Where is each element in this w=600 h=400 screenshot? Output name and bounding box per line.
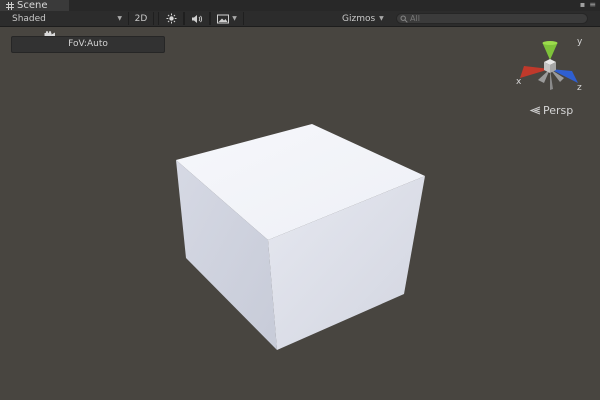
gizmos-label: Gizmos <box>342 13 376 24</box>
cube-right-face <box>268 176 425 350</box>
gizmos-dropdown[interactable]: Gizmos ▼ <box>342 12 392 25</box>
scene-toolbar: Shaded ▼ 2D ▼ Gizmos ▼ <box>0 11 600 27</box>
projection-toggle[interactable]: Persp <box>529 104 573 117</box>
x-axis-label: x <box>516 77 522 87</box>
scene-cube[interactable] <box>0 0 600 400</box>
audio-toggle-button[interactable] <box>184 12 210 25</box>
y-axis-label: y <box>577 38 583 47</box>
chevron-down-icon: ▼ <box>117 15 122 22</box>
scene-tab[interactable]: Scene <box>0 0 69 11</box>
z-axis-label: z <box>577 83 582 93</box>
scene-search-field[interactable] <box>396 13 588 24</box>
speaker-icon <box>192 14 203 23</box>
y-axis-cone[interactable] <box>542 43 558 60</box>
menu-icon[interactable]: ≡ <box>589 0 596 10</box>
orientation-gizmo[interactable]: x y z <box>514 38 586 94</box>
lighting-toggle-button[interactable] <box>158 12 184 25</box>
sun-icon <box>166 13 176 24</box>
maximize-icon[interactable]: ▪ <box>580 0 585 10</box>
z-axis-cone[interactable] <box>550 69 578 83</box>
shading-mode-dropdown[interactable]: Shaded ▼ <box>12 12 126 25</box>
perspective-icon <box>529 106 541 115</box>
editor-tab-bar: Scene ▪ ≡ <box>0 0 600 11</box>
fov-overlay-panel[interactable]: FoV:Auto <box>11 36 165 53</box>
cube-left-face <box>176 160 277 350</box>
search-icon <box>400 15 408 23</box>
search-input[interactable] <box>408 14 580 23</box>
scene-tab-label: Scene <box>17 0 48 11</box>
2d-toggle-label: 2D <box>134 13 148 24</box>
chevron-down-icon: ▼ <box>379 15 384 22</box>
grid-icon <box>6 1 14 10</box>
cube-top-face <box>176 124 425 240</box>
effects-dropdown[interactable]: ▼ <box>210 12 244 25</box>
window-controls: ▪ ≡ <box>580 0 596 10</box>
projection-label: Persp <box>543 104 574 117</box>
fov-label: FoV:Auto <box>68 39 108 49</box>
image-icon <box>217 14 230 23</box>
shading-mode-label: Shaded <box>12 13 46 24</box>
chevron-down-icon: ▼ <box>232 15 237 22</box>
2d-toggle-button[interactable]: 2D <box>128 12 154 25</box>
